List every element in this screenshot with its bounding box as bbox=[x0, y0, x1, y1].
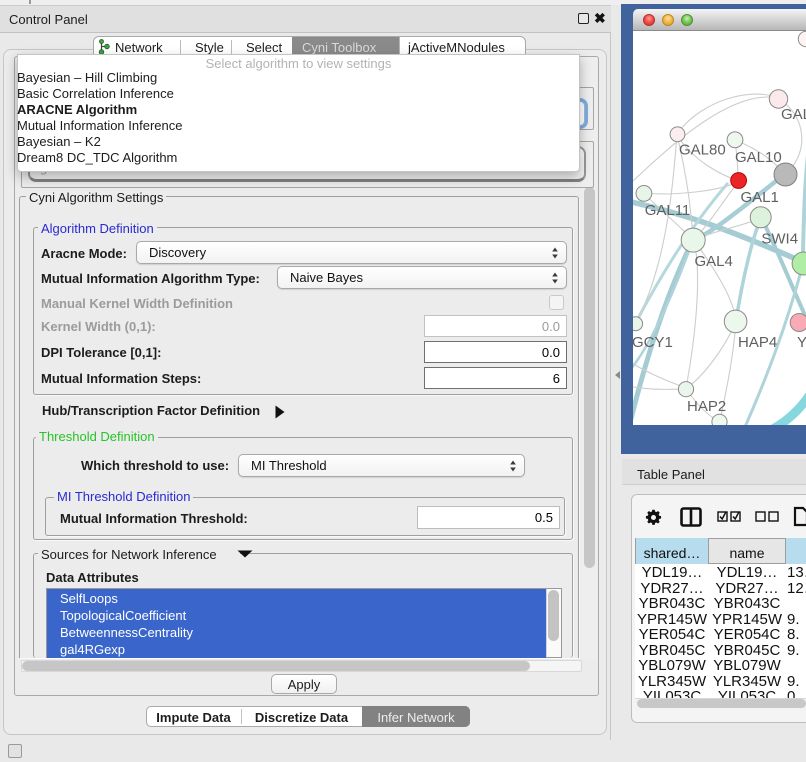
svg-text:GCY1: GCY1 bbox=[633, 334, 673, 351]
svg-text:HAP2: HAP2 bbox=[687, 398, 726, 415]
svg-text:GAL10: GAL10 bbox=[735, 149, 782, 166]
svg-text:GAL1: GAL1 bbox=[741, 189, 779, 206]
svg-text:Y: Y bbox=[797, 334, 806, 351]
svg-text:GAL11: GAL11 bbox=[645, 202, 691, 219]
svg-text:SWI4: SWI4 bbox=[761, 231, 798, 248]
svg-text:GAL80: GAL80 bbox=[679, 142, 726, 159]
svg-text:HAP4: HAP4 bbox=[738, 334, 777, 351]
svg-text:GAL4: GAL4 bbox=[695, 253, 733, 270]
svg-text:GAL7: GAL7 bbox=[781, 106, 806, 123]
